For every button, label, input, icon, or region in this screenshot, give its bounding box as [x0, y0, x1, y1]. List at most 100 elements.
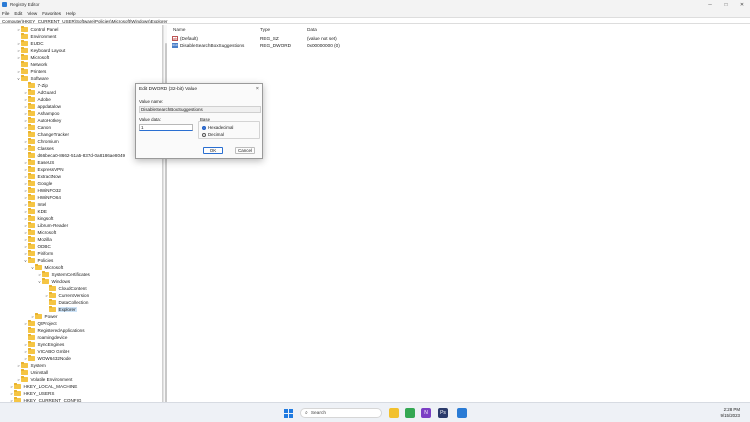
- value-row[interactable]: 010 DisableSearchBoxSuggestions REG_DWOR…: [172, 42, 372, 49]
- tree-item[interactable]: > Piriform: [23, 250, 54, 257]
- value-name-field[interactable]: DisableSearchBoxSuggestions: [139, 106, 261, 113]
- tree-item[interactable]: > Google: [23, 180, 53, 187]
- tree-item[interactable]: v Policies: [23, 257, 54, 264]
- tree-item[interactable]: > QtProject: [23, 320, 58, 327]
- folder-icon: [28, 89, 35, 95]
- tree-item[interactable]: > Microsoft: [16, 54, 50, 61]
- tree-item[interactable]: > Classes: [23, 145, 55, 152]
- tree-item[interactable]: > Power: [30, 313, 59, 320]
- menu-help[interactable]: Help: [66, 11, 75, 16]
- tree-item[interactable]: > SyncEngines: [23, 341, 65, 348]
- folder-icon: [28, 320, 35, 326]
- tree-item[interactable]: > ODBC: [23, 243, 52, 250]
- value-row[interactable]: ab (Default) REG_SZ (value not set): [172, 35, 372, 42]
- menu-favorites[interactable]: Favorites: [42, 11, 61, 16]
- address-bar[interactable]: Computer\HKEY_CURRENT_USER\Software\Poli…: [0, 17, 750, 24]
- menu-view[interactable]: View: [27, 11, 37, 16]
- tree-item[interactable]: > CurrentVersion: [44, 292, 90, 299]
- cancel-button[interactable]: Cancel: [235, 147, 255, 154]
- regedit-icon[interactable]: [457, 408, 467, 418]
- tree-item-label: Google: [37, 181, 53, 186]
- tree-item[interactable]: Explorer: [44, 306, 77, 313]
- tree-item[interactable]: > HWiNFO32: [23, 187, 62, 194]
- tree-item[interactable]: > Librum-Reader: [23, 222, 69, 229]
- ok-button[interactable]: OK: [203, 147, 223, 154]
- menu-file[interactable]: File: [2, 11, 9, 16]
- column-header-name[interactable]: Name: [173, 27, 186, 33]
- radio-hexadecimal[interactable]: [202, 125, 206, 130]
- tree-item[interactable]: Uninstall: [16, 369, 49, 376]
- folder-icon: [28, 117, 35, 123]
- tree-item[interactable]: v Windows: [37, 278, 71, 285]
- radio-decimal[interactable]: [202, 132, 206, 137]
- tree-item-label: ChangeTracker: [37, 132, 70, 137]
- column-header-type[interactable]: Type: [260, 27, 270, 33]
- chrome-icon[interactable]: [405, 408, 415, 418]
- tree-item[interactable]: > Canon: [23, 124, 52, 131]
- menu-edit[interactable]: Edit: [14, 11, 22, 16]
- tree-item[interactable]: > HKEY_USERS: [9, 390, 55, 397]
- tree-item[interactable]: > ExpressVPN: [23, 166, 65, 173]
- tree-item[interactable]: Environment: [16, 33, 57, 40]
- tree-item[interactable]: > KDE: [23, 208, 48, 215]
- tree-item[interactable]: > Microsoft: [23, 229, 57, 236]
- tree-item[interactable]: roamingdevice: [23, 334, 68, 341]
- file-explorer-icon[interactable]: [389, 408, 399, 418]
- folder-icon: [28, 208, 35, 214]
- photoshop-icon[interactable]: Ps: [438, 408, 448, 418]
- column-header-data[interactable]: Data: [307, 27, 317, 33]
- tree-item[interactable]: RegisteredApplications: [23, 327, 86, 334]
- folder-icon: [28, 187, 35, 193]
- tree-scrollbar[interactable]: [163, 25, 167, 413]
- tree-item[interactable]: > EaseUS: [23, 159, 55, 166]
- tree-item[interactable]: > Volatile Environment: [16, 376, 73, 383]
- close-button[interactable]: ✕: [734, 0, 750, 9]
- tree-item[interactable]: > kingsoft: [23, 215, 54, 222]
- tree-item-label: appdatalow: [37, 104, 62, 109]
- tree-item[interactable]: CloudContent: [44, 285, 88, 292]
- tree-item[interactable]: > Printers: [16, 68, 47, 75]
- tree-item[interactable]: > Ashampoo: [23, 110, 60, 117]
- tree-item[interactable]: Network: [16, 61, 48, 68]
- tree-item[interactable]: > Mozilla: [23, 236, 53, 243]
- system-clock[interactable]: 2:28 PM 9/15/2023: [720, 407, 740, 419]
- minimize-button[interactable]: ─: [702, 0, 718, 9]
- tree-item[interactable]: DataCollection: [44, 299, 89, 306]
- tree-item[interactable]: > System: [16, 362, 47, 369]
- tree-item[interactable]: > Adobe: [23, 96, 52, 103]
- tree-item[interactable]: > VICABO GmbH: [23, 348, 70, 355]
- tree-item[interactable]: > EUDC: [16, 40, 45, 47]
- folder-icon: [35, 313, 42, 319]
- tree-item-label: Classes: [37, 146, 54, 151]
- tree-item[interactable]: > HWiNFO64: [23, 194, 62, 201]
- tree-item[interactable]: > appdatalow: [23, 103, 62, 110]
- tree-item[interactable]: ChangeTracker: [23, 131, 70, 138]
- tree-item[interactable]: > Keyboard Layout: [16, 47, 66, 54]
- tree-item[interactable]: > WOW6432Node: [23, 355, 72, 362]
- windows-start-icon[interactable]: [284, 409, 293, 418]
- registry-tree: > Control Panel Environment > EUDC > Keyboard …: [0, 25, 163, 402]
- tree-item[interactable]: > AutoHotkey: [23, 117, 62, 124]
- tree-item[interactable]: > ExtractNow: [23, 173, 62, 180]
- tree-item[interactable]: > Control Panel: [16, 26, 59, 33]
- folder-icon: [28, 138, 35, 144]
- tree-item[interactable]: > SystemCertificates: [37, 271, 91, 278]
- value-data-input[interactable]: 1: [139, 124, 193, 131]
- tree-item[interactable]: > AdGuard: [23, 89, 57, 96]
- folder-icon: [28, 348, 35, 354]
- tree-item[interactable]: > HKEY_LOCAL_MACHINE: [9, 383, 78, 390]
- taskbar-search[interactable]: ⌕ Search: [300, 408, 382, 418]
- tree-item-label: Canon: [37, 125, 52, 130]
- dialog-close-icon[interactable]: ×: [256, 86, 259, 92]
- base-decimal-option[interactable]: Decimal: [202, 132, 224, 137]
- maximize-button[interactable]: □: [718, 0, 734, 9]
- tree-item[interactable]: > Intel: [23, 201, 47, 208]
- folder-icon: [28, 145, 35, 151]
- tree-item[interactable]: v Software: [16, 75, 50, 82]
- tree-item[interactable]: 7-Zip: [23, 82, 49, 89]
- base-hexadecimal-option[interactable]: Hexadecimal: [202, 125, 233, 130]
- tree-item[interactable]: d66beca0-8662-51a5-837d-0a8186ae8049: [23, 152, 126, 159]
- tree-item[interactable]: > Chromium: [23, 138, 60, 145]
- onenote-icon[interactable]: N: [421, 408, 431, 418]
- tree-item[interactable]: v Microsoft: [30, 264, 64, 271]
